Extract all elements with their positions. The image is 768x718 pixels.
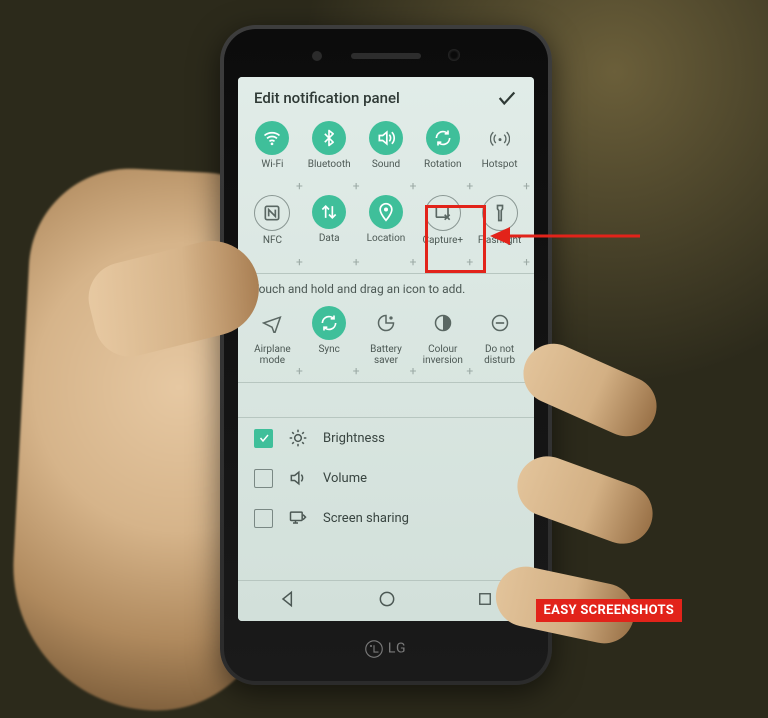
qs-tile-icon-rotation — [426, 121, 460, 155]
hint-text: Touch and hold and drag an icon to add. — [238, 273, 534, 300]
qs-tile-battery[interactable]: Batterysaver+ — [358, 304, 415, 376]
battery-icon — [376, 313, 396, 333]
square-recents-icon — [476, 590, 494, 608]
confirm-button[interactable] — [496, 87, 518, 109]
qs-tile-sync[interactable]: Sync+ — [301, 304, 358, 376]
invert-icon — [433, 313, 453, 333]
annotation-arrow — [490, 218, 640, 254]
qs-tile-label: Colourinversion — [423, 344, 463, 366]
qs-tile-airplane[interactable]: Airplanemode+ — [244, 304, 301, 376]
slider-row-brightness[interactable]: Brightness — [238, 418, 534, 458]
brand-text: LG — [388, 641, 407, 657]
android-nav-bar — [238, 580, 534, 621]
qs-tile-label: NFC — [263, 235, 282, 257]
recents-button[interactable] — [476, 590, 494, 612]
proximity-sensor — [312, 51, 322, 61]
lg-logo: LG — [224, 640, 548, 658]
nfc-icon — [262, 203, 282, 223]
watermark: EASY SCREENSHOTS — [536, 599, 682, 622]
qs-tile-nfc[interactable]: NFC+ — [244, 193, 301, 267]
slider-label: Volume — [323, 471, 367, 486]
phone-screen: Edit notification panel Wi-Fi+Bluetooth+… — [238, 77, 534, 621]
qs-tile-label: Batterysaver — [370, 344, 402, 366]
slider-label: Brightness — [323, 431, 385, 446]
data-icon — [319, 202, 339, 222]
qs-tile-label: Location — [367, 233, 406, 255]
checkbox-volume[interactable] — [254, 469, 273, 488]
check-icon — [496, 87, 518, 109]
lg-logo-icon — [365, 640, 383, 658]
checkbox-screenshare[interactable] — [254, 509, 273, 528]
triangle-back-icon — [278, 589, 298, 609]
qs-tile-label: Airplanemode — [254, 344, 291, 366]
location-icon — [376, 202, 396, 222]
qs-tile-bluetooth[interactable]: Bluetooth+ — [301, 119, 358, 191]
qs-tile-sound[interactable]: Sound+ — [358, 119, 415, 191]
qs-tile-label: Sync — [318, 344, 339, 366]
wifi-icon — [262, 128, 282, 148]
qs-tile-icon-bluetooth — [312, 121, 346, 155]
bluetooth-icon — [319, 128, 339, 148]
add-indicator: + — [523, 255, 530, 269]
dnd-icon — [490, 313, 510, 333]
qs-tile-invert[interactable]: Colourinversion+ — [414, 304, 471, 376]
qs-tile-label: Hotspot — [482, 159, 518, 181]
qs-tile-icon-airplane — [255, 306, 289, 340]
brightness-icon-wrap — [287, 428, 309, 448]
qs-tile-label: Bluetooth — [308, 159, 351, 181]
qs-tile-icon-invert — [426, 306, 460, 340]
home-button[interactable] — [377, 589, 397, 613]
sync-icon — [319, 313, 339, 333]
qs-tile-label: Rotation — [424, 159, 462, 181]
rotation-icon — [433, 128, 453, 148]
qs-tile-dnd[interactable]: Do notdisturb+ — [471, 304, 528, 376]
qs-tile-hotspot[interactable]: Hotspot + — [471, 119, 528, 191]
qs-tile-icon-data — [312, 195, 346, 229]
qs-tile-label: Wi-Fi — [261, 159, 283, 181]
circle-home-icon — [377, 589, 397, 609]
check-icon — [258, 432, 270, 444]
qs-tile-icon-sound — [369, 121, 403, 155]
airplane-icon — [262, 313, 282, 333]
qs-tile-data[interactable]: Data+ — [301, 193, 358, 267]
checkbox-brightness[interactable] — [254, 429, 273, 448]
screenshare-icon — [288, 508, 308, 528]
qs-tile-icon-hotspot — [483, 121, 517, 155]
add-indicator: + — [523, 179, 530, 193]
brightness-icon — [288, 428, 308, 448]
spacer — [238, 382, 534, 417]
panel-header: Edit notification panel — [238, 77, 534, 115]
front-camera — [448, 49, 460, 61]
panel-title: Edit notification panel — [254, 89, 400, 107]
qs-tile-wifi[interactable]: Wi-Fi+ — [244, 119, 301, 191]
qs-tile-label: Sound — [372, 159, 400, 181]
qs-tile-label: Do notdisturb — [484, 344, 515, 366]
slider-row-screenshare[interactable]: Screen sharing — [238, 498, 534, 538]
slider-label: Screen sharing — [323, 511, 409, 526]
qs-tile-icon-battery — [369, 306, 403, 340]
screenshare-icon-wrap — [287, 508, 309, 528]
back-button[interactable] — [278, 589, 298, 613]
volume-icon-wrap — [287, 468, 309, 488]
volume-icon — [288, 468, 308, 488]
qs-tile-icon-sync — [312, 306, 346, 340]
slider-row-volume[interactable]: Volume — [238, 458, 534, 498]
hotspot-icon — [490, 128, 510, 148]
qs-tile-icon-dnd — [483, 306, 517, 340]
sound-icon — [376, 128, 396, 148]
qs-tile-icon-location — [369, 195, 403, 229]
qs-tile-location[interactable]: Location+ — [358, 193, 415, 267]
qs-tile-label: Data — [319, 233, 340, 255]
earpiece — [351, 53, 421, 59]
qs-tile-icon-nfc — [254, 195, 290, 231]
qs-tile-icon-wifi — [255, 121, 289, 155]
capture-plus-highlight — [425, 205, 486, 273]
notification-panel-editor: Edit notification panel Wi-Fi+Bluetooth+… — [238, 77, 534, 621]
qs-tile-rotation[interactable]: Rotation+ — [414, 119, 471, 191]
